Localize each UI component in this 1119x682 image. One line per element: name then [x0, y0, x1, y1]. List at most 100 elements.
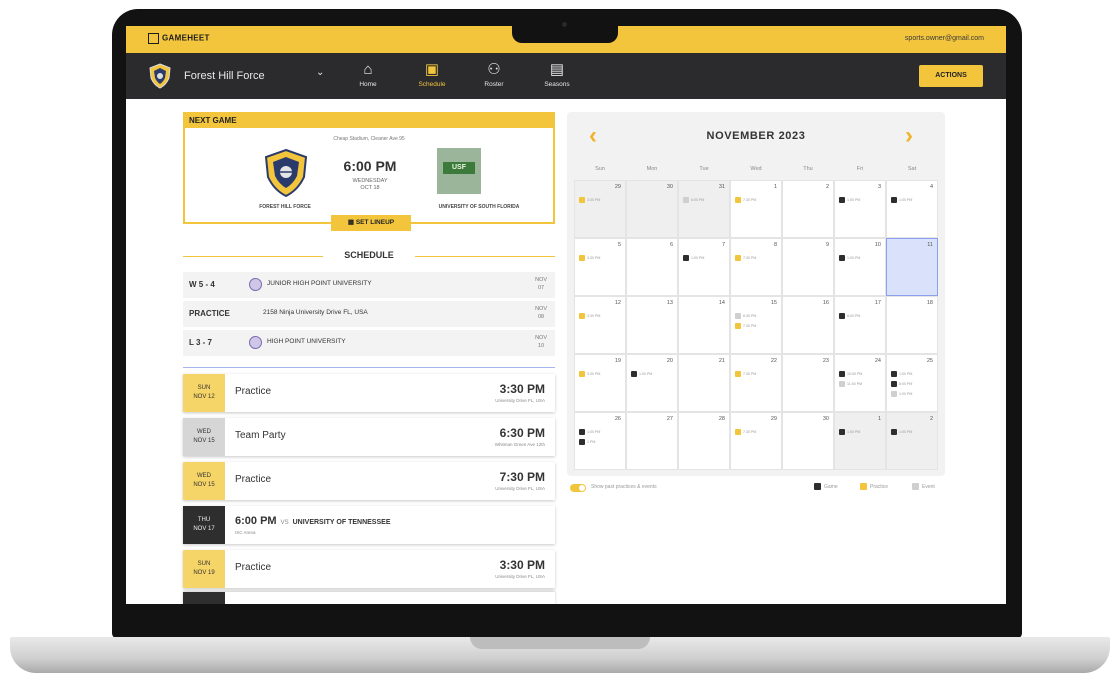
calendar-day[interactable]: 2 1:00 PM [886, 412, 938, 470]
opponent-logo-icon [249, 278, 262, 291]
calendar-event[interactable]: 6:30 PM [735, 313, 756, 320]
calendar-day[interactable]: 11 [886, 238, 938, 296]
calendar-event[interactable]: 1:00 PM [891, 197, 912, 204]
calendar-day-number: 30 [666, 184, 673, 190]
next-game-card[interactable]: NEXT GAME Cheap Stadium, Cleaner Ave 95 … [183, 112, 555, 231]
schedule-row[interactable]: L 3 - 7 HIGH POINT UNIVERSITY NOV 10 [183, 330, 555, 356]
calendar-event[interactable]: 1:00 PM [839, 197, 860, 204]
calendar-day[interactable]: 7 1:00 PM [678, 238, 730, 296]
main-nav: Forest Hill Force ⌄ ⌂ Home ▣ Schedule ⚇ … [126, 53, 1006, 99]
calendar-day[interactable]: 5 3:30 PM [574, 238, 626, 296]
schedule-row[interactable]: W 5 - 4 JUNIOR HIGH POINT UNIVERSITY NOV 07 [183, 272, 555, 298]
event-card[interactable]: SUN NOV 19 Practice 3:30 PM University Drive… [183, 550, 555, 588]
legend-event-label: Event [922, 483, 935, 490]
calendar-day[interactable]: 4 1:00 PM [886, 180, 938, 238]
calendar-event[interactable]: 1:00 PM [683, 255, 704, 262]
event-card-peek[interactable] [183, 592, 555, 604]
calendar-day[interactable]: 2 [782, 180, 834, 238]
calendar-event[interactable]: 1:00 PM [631, 371, 652, 378]
calendar-day-number: 2 [929, 416, 933, 422]
event-title: 6:00 PM VS UNIVERSITY OF TENNESSEE [235, 515, 390, 527]
logo-icon [148, 33, 159, 44]
calendar-day[interactable]: 8 7:30 PM [730, 238, 782, 296]
schedule-row[interactable]: PRACTICE 2158 Ninja University Drive FL, … [183, 301, 555, 327]
event-card[interactable]: WED NOV 15 Team Party 6:30 PM Whitman Green … [183, 418, 555, 456]
calendar-day[interactable]: 14 [678, 296, 730, 354]
calendar-event[interactable]: 7:30 PM [735, 197, 756, 204]
calendar-event-swatch [579, 371, 585, 378]
calendar-event[interactable]: 7:30 PM [735, 371, 756, 378]
calendar-day[interactable]: 15 6:30 PM 7:30 PM [730, 296, 782, 354]
calendar-day[interactable]: 19 3:30 PM [574, 354, 626, 412]
calendar-event[interactable]: 3:30 PM [579, 371, 600, 378]
nav-roster[interactable]: ⚇ Roster [470, 61, 518, 88]
calendar-day[interactable]: 31 6:00 PM [678, 180, 730, 238]
weekday-label: Sun [595, 166, 605, 172]
calendar-event[interactable]: 1:00 PM [891, 371, 912, 378]
calendar-event[interactable]: 7:30 PM [735, 323, 756, 330]
event-card[interactable]: WED NOV 15 Practice 7:30 PM University Drive… [183, 462, 555, 500]
event-date: NOV 19 [193, 570, 215, 576]
calendar-day-number: 17 [874, 300, 881, 306]
calendar-day[interactable]: 22 7:30 PM [730, 354, 782, 412]
calendar-event[interactable]: 11:00 PM [839, 381, 862, 388]
calendar-day[interactable]: 28 [678, 412, 730, 470]
nav-home[interactable]: ⌂ Home [344, 61, 392, 88]
calendar-event[interactable]: 6:00 PM [891, 381, 912, 388]
calendar-event[interactable]: 1 PM [579, 439, 595, 446]
calendar-event[interactable]: 6:00 PM [839, 313, 860, 320]
calendar-event-time: 1 PM [587, 440, 596, 444]
calendar-day[interactable]: 27 [626, 412, 678, 470]
next-month-chevron-icon[interactable]: › [905, 122, 913, 150]
calendar-day[interactable]: 29 3:30 PM [574, 180, 626, 238]
calendar-day[interactable]: 23 [782, 354, 834, 412]
nav-seasons[interactable]: ▤ Seasons [533, 61, 581, 88]
calendar-event[interactable]: 7:30 PM [735, 255, 756, 262]
calendar-day-number: 1 [773, 184, 777, 190]
calendar-day[interactable]: 3 1:00 PM [834, 180, 886, 238]
calendar-event[interactable]: 10:00 PM [839, 371, 862, 378]
calendar-event[interactable]: 7:30 PM [735, 429, 756, 436]
calendar-day[interactable]: 30 [782, 412, 834, 470]
calendar-day[interactable]: 25 1:00 PM 6:00 PM 1:00 PM [886, 354, 938, 412]
calendar-day[interactable]: 13 [626, 296, 678, 354]
user-email[interactable]: sports.owner@gmail.com [905, 35, 984, 42]
calendar-day[interactable]: 12 3:30 PM [574, 296, 626, 354]
event-card[interactable]: SUN NOV 12 Practice 3:30 PM University Drive… [183, 374, 555, 412]
calendar-event[interactable]: 1:00 PM [839, 429, 860, 436]
calendar-event[interactable]: 3:30 PM [579, 313, 600, 320]
team-name[interactable]: Forest Hill Force [184, 70, 265, 82]
calendar-event[interactable]: 1:00 PM [839, 255, 860, 262]
calendar-day[interactable]: 9 [782, 238, 834, 296]
calendar-day[interactable]: 24 10:00 PM 11:00 PM [834, 354, 886, 412]
calendar-day[interactable]: 10 1:00 PM [834, 238, 886, 296]
calendar-day[interactable]: 26 1:00 PM 1 PM [574, 412, 626, 470]
nav-schedule[interactable]: ▣ Schedule [408, 61, 456, 88]
calendar-day[interactable]: 1 7:30 PM [730, 180, 782, 238]
next-game-date: WEDNESDAY OCT 18 [335, 178, 405, 192]
calendar-day[interactable]: 16 [782, 296, 834, 354]
calendar-day[interactable]: 29 7:30 PM [730, 412, 782, 470]
calendar-day[interactable]: 18 [886, 296, 938, 354]
event-card[interactable]: THU NOV 17 6:00 PM VS UNIVERSITY OF TENNESSE… [183, 506, 555, 544]
calendar-day[interactable]: 6 [626, 238, 678, 296]
calendar-event[interactable]: 1:00 PM [579, 429, 600, 436]
set-lineup-button[interactable]: ▦ SET LINEUP [331, 215, 411, 231]
team-shield-icon[interactable] [148, 63, 172, 89]
calendar-event[interactable]: 1:00 PM [891, 391, 912, 398]
actions-button[interactable]: ACTIONS [919, 65, 983, 87]
show-past-toggle[interactable] [570, 484, 586, 492]
app-logo[interactable]: GAMEHEET [148, 33, 210, 44]
calendar-event[interactable]: 3:30 PM [579, 255, 600, 262]
calendar-day[interactable]: 20 1:00 PM [626, 354, 678, 412]
calendar-day-number: 16 [822, 300, 829, 306]
calendar-day[interactable]: 17 6:00 PM [834, 296, 886, 354]
calendar-day[interactable]: 1 1:00 PM [834, 412, 886, 470]
calendar-event[interactable]: 1:00 PM [891, 429, 912, 436]
calendar-day[interactable]: 30 [626, 180, 678, 238]
calendar-event[interactable]: 3:30 PM [579, 197, 600, 204]
calendar-day[interactable]: 21 [678, 354, 730, 412]
event-location: Whitman Green Ave 12th [494, 442, 545, 447]
team-dropdown-caret-icon[interactable]: ⌄ [316, 67, 324, 78]
calendar-event[interactable]: 6:00 PM [683, 197, 704, 204]
